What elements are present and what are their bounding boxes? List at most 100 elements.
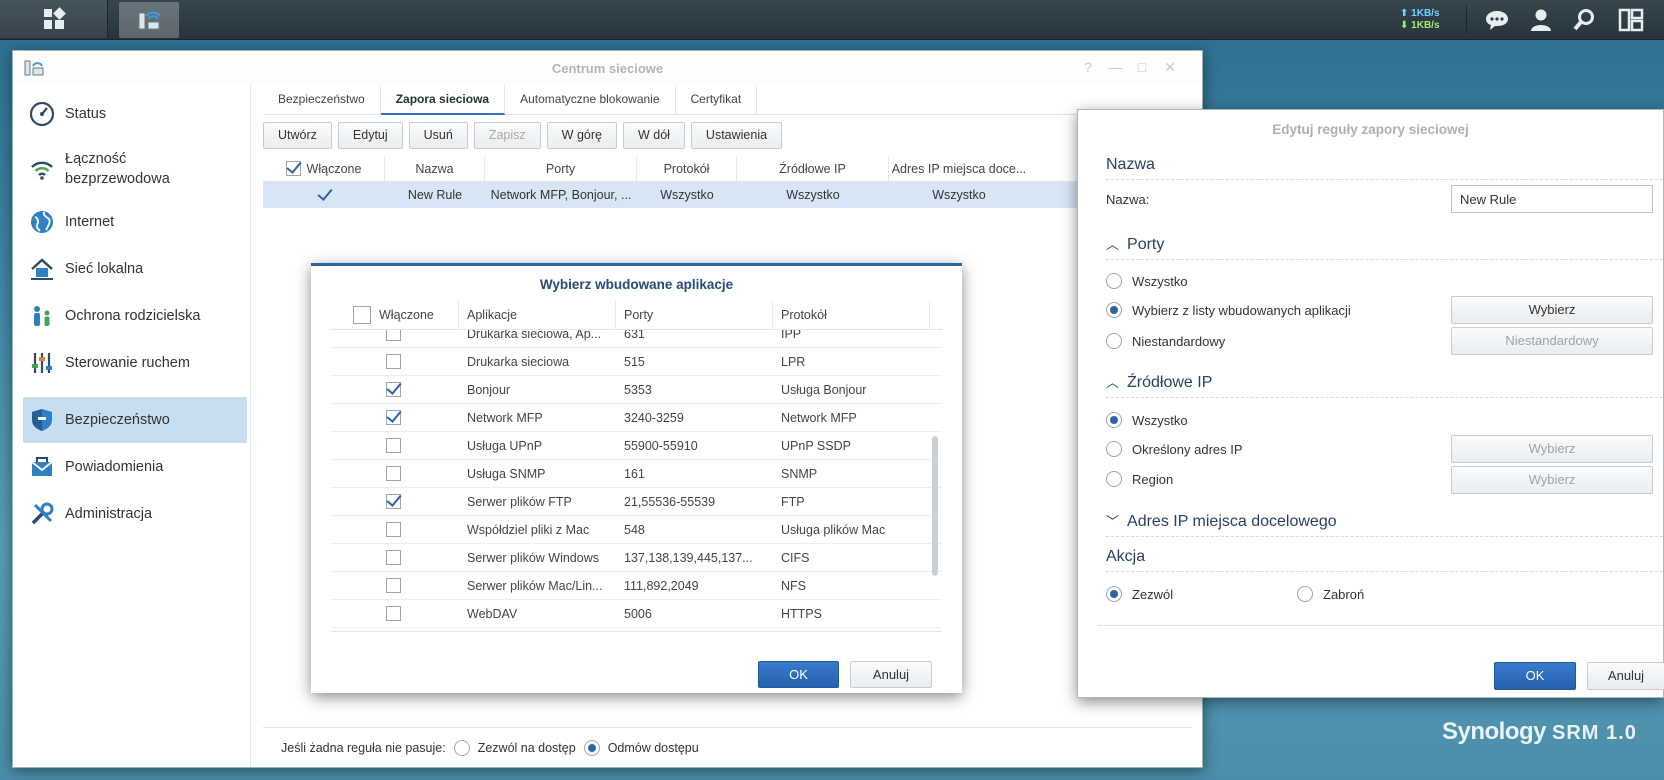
window-titlebar[interactable]: Centrum sieciowe ? — □ ✕ <box>13 51 1202 85</box>
custom-ports-button[interactable]: Niestandardowy <box>1451 327 1653 355</box>
move-down-button[interactable]: W dół <box>622 122 685 149</box>
rule-name-input[interactable] <box>1451 185 1653 213</box>
chat-icon[interactable] <box>1484 8 1510 32</box>
rule-enabled-checkbox[interactable] <box>317 188 332 203</box>
app-enabled-checkbox[interactable] <box>386 354 401 370</box>
create-button[interactable]: Utwórz <box>263 122 332 149</box>
ok-button[interactable]: OK <box>758 661 839 688</box>
search-icon[interactable] <box>1572 8 1598 32</box>
list-item[interactable]: Serwer plików FTP 21,55536-55539 FTP <box>331 488 942 516</box>
app-enabled-checkbox[interactable] <box>386 522 401 538</box>
ok-button[interactable]: OK <box>1494 662 1576 690</box>
deny-access-radio[interactable] <box>583 739 600 756</box>
app-enabled-checkbox[interactable] <box>386 578 401 594</box>
column-header-protocol[interactable]: Protokół <box>637 156 737 181</box>
ports-custom-option[interactable]: Niestandardowy <box>1106 333 1225 349</box>
list-item[interactable]: Network MFP 3240-3259 Network MFP <box>331 404 942 432</box>
list-item[interactable]: Współdziel pliki z Mac 548 Usługa plików M… <box>331 516 942 544</box>
cancel-button[interactable]: Anuluj <box>1587 662 1664 690</box>
app-enabled-checkbox[interactable] <box>386 438 401 454</box>
source-all-option[interactable]: Wszystko <box>1106 412 1188 428</box>
column-header-name[interactable]: Nazwa <box>385 156 485 181</box>
close-button[interactable]: ✕ <box>1163 60 1177 74</box>
tab-security[interactable]: Bezpieczeństwo <box>263 85 381 115</box>
ports-all-radio[interactable] <box>1106 273 1122 289</box>
network-center-taskbar-button[interactable] <box>119 2 179 38</box>
delete-button[interactable]: Usuń <box>408 122 468 149</box>
list-item[interactable]: Drukarka sieciowa, Ap... 631 IPP <box>331 330 942 348</box>
source-region-radio[interactable] <box>1106 471 1122 487</box>
source-specific-option[interactable]: Określony adres IP <box>1106 441 1243 457</box>
sidebar-item-administration[interactable]: Administracja <box>23 493 247 535</box>
column-header-source-ip[interactable]: Źródłowe IP <box>737 156 889 181</box>
section-destination-ip-header[interactable]: ﹀ Adres IP miejsca docelowego <box>1106 509 1663 537</box>
select-all-apps-checkbox[interactable] <box>353 306 371 324</box>
select-region-button[interactable]: Wybierz <box>1451 466 1653 494</box>
app-enabled-checkbox[interactable] <box>386 382 401 398</box>
app-enabled-checkbox[interactable] <box>386 466 401 482</box>
apps-table-body[interactable]: Drukarka sieciowa, Ap... 631 IPP Drukarka s… <box>331 330 942 632</box>
ports-builtin-radio[interactable] <box>1106 302 1122 318</box>
source-region-option[interactable]: Region <box>1106 471 1173 487</box>
tab-certificate[interactable]: Certyfikat <box>676 85 758 115</box>
column-header-dest-ip[interactable]: Adres IP miejsca doce... <box>889 156 1029 181</box>
help-button[interactable]: ? <box>1081 60 1095 74</box>
column-header-enabled[interactable]: Włączone <box>331 301 459 329</box>
action-deny-radio[interactable] <box>1297 586 1313 602</box>
select-apps-button[interactable]: Wybierz <box>1451 296 1653 324</box>
maximize-button[interactable]: □ <box>1135 60 1149 74</box>
source-all-radio[interactable] <box>1106 412 1122 428</box>
sidebar-item-local-network[interactable]: Sieć lokalna <box>23 248 247 290</box>
list-item[interactable]: WebDAV 5006 HTTPS <box>331 600 942 628</box>
action-allow-option[interactable]: Zezwól <box>1106 586 1173 602</box>
section-source-ip-header[interactable]: ︿ Źródłowe IP <box>1106 370 1663 398</box>
select-all-checkbox[interactable] <box>285 161 301 176</box>
allow-access-radio[interactable] <box>453 739 470 756</box>
column-header-ports[interactable]: Porty <box>616 301 773 329</box>
widgets-icon[interactable] <box>1618 8 1644 32</box>
cancel-button[interactable]: Anuluj <box>850 661 932 688</box>
list-item[interactable]: Drukarka sieciowa 515 LPR <box>331 348 942 376</box>
minimize-button[interactable]: — <box>1108 60 1122 74</box>
list-item[interactable]: Serwer plików Windows 137,138,139,445,137… <box>331 544 942 572</box>
sidebar-item-traffic-control[interactable]: Sterowanie ruchem <box>23 342 247 384</box>
sidebar-item-notifications[interactable]: Powiadomienia <box>23 446 247 488</box>
source-specific-radio[interactable] <box>1106 441 1122 457</box>
app-enabled-checkbox[interactable] <box>386 494 401 510</box>
move-up-button[interactable]: W górę <box>546 122 617 149</box>
column-header-ports[interactable]: Porty <box>485 156 637 181</box>
table-row[interactable]: New Rule Network MFP, Bonjour, ... Wszys… <box>263 182 1163 208</box>
column-header-protocol[interactable]: Protokół <box>773 301 930 329</box>
app-enabled-checkbox[interactable] <box>386 606 401 622</box>
action-allow-radio[interactable] <box>1106 586 1122 602</box>
ports-custom-radio[interactable] <box>1106 333 1122 349</box>
column-header-enabled[interactable]: Włączone <box>263 156 385 181</box>
sidebar-item-security[interactable]: Bezpieczeństwo <box>23 397 247 443</box>
list-item[interactable]: Usługa UPnP 55900-55910 UPnP SSDP <box>331 432 942 460</box>
apps-table-scrollbar[interactable] <box>932 436 938 576</box>
list-item[interactable]: Serwer plików Mac/Lin... 111,892,2049 NFS <box>331 572 942 600</box>
sidebar-item-parental-control[interactable]: Ochrona rodzicielska <box>23 295 247 337</box>
action-deny-option[interactable]: Zabroń <box>1297 586 1364 602</box>
app-enabled-checkbox[interactable] <box>386 330 401 342</box>
section-ports-header[interactable]: ︿ Porty <box>1106 232 1663 260</box>
app-enabled-checkbox[interactable] <box>386 410 401 426</box>
app-enabled-cell <box>331 330 459 342</box>
column-header-apps[interactable]: Aplikacje <box>459 301 616 329</box>
list-item[interactable]: Usługa SNMP 161 SNMP <box>331 460 942 488</box>
save-button[interactable]: Zapisz <box>473 122 541 149</box>
select-source-ip-button[interactable]: Wybierz <box>1451 435 1653 463</box>
list-item[interactable]: Bonjour 5353 Usługa Bonjour <box>331 376 942 404</box>
sidebar-item-wireless[interactable]: Łączność bezprzewodowa <box>23 141 247 197</box>
settings-button[interactable]: Ustawienia <box>690 122 783 149</box>
user-icon[interactable] <box>1528 8 1554 32</box>
tab-firewall[interactable]: Zapora sieciowa <box>380 85 506 115</box>
edit-button[interactable]: Edytuj <box>337 122 403 149</box>
main-menu-button[interactable] <box>0 0 108 38</box>
app-enabled-checkbox[interactable] <box>386 550 401 566</box>
tab-auto-block[interactable]: Automatyczne blokowanie <box>505 85 676 115</box>
sidebar-item-status[interactable]: Status <box>23 93 247 135</box>
ports-all-option[interactable]: Wszystko <box>1106 273 1188 289</box>
sidebar-item-internet[interactable]: Internet <box>23 201 247 243</box>
ports-builtin-option[interactable]: Wybierz z listy wbudowanych aplikacji <box>1106 302 1351 318</box>
